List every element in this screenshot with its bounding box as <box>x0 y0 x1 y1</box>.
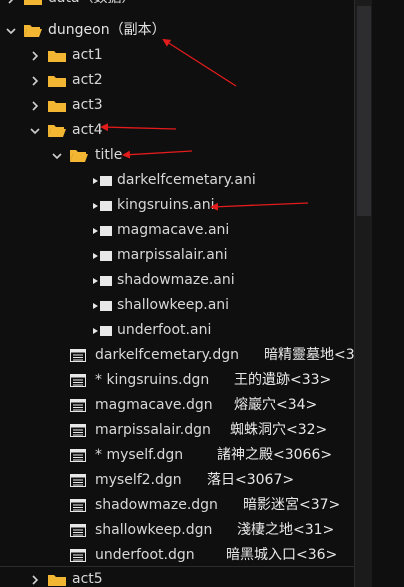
dungeon-chinese-name: 暗精靈墓地<3 <box>264 347 355 363</box>
file-name: shadowmaze.ani <box>117 272 235 288</box>
dungeon-chinese-name: 暗黑城入口<36> <box>226 547 338 563</box>
tree-row-title[interactable]: title <box>0 143 354 168</box>
dungeon-chinese-name: 暗影迷宮<37> <box>243 497 341 513</box>
file-name: underfoot.ani <box>117 322 212 338</box>
file-row-dgn[interactable]: darkelfcemetary.dgn 暗精靈墓地<3 <box>0 343 355 368</box>
folder-open-icon <box>70 149 88 162</box>
tree-row-act1[interactable]: act1 <box>0 43 354 68</box>
dungeon-chinese-name: 淺棲之地<31> <box>237 522 335 538</box>
panel-edge <box>372 0 404 587</box>
vertical-scrollbar[interactable] <box>354 0 373 587</box>
folder-open-icon <box>48 124 66 137</box>
dungeon-chinese-name: 蜘蛛洞穴<32> <box>230 422 328 438</box>
folder-icon <box>48 74 66 87</box>
file-name: marpissalair.dgn <box>95 422 211 438</box>
tree-row-act3[interactable]: act3 <box>0 93 354 118</box>
file-row-dgn[interactable]: * myself.dgn 諸神之殿<3066> <box>0 443 354 468</box>
animation-file-icon <box>93 168 115 193</box>
file-row-ani[interactable]: shadowmaze.ani <box>0 268 354 293</box>
animation-file-icon <box>93 218 115 243</box>
animation-file-icon <box>93 243 115 268</box>
tree-row-act4[interactable]: act4 <box>0 118 354 143</box>
file-row-dgn[interactable]: underfoot.dgn 暗黑城入口<36> <box>0 543 354 568</box>
folder-icon <box>24 0 42 5</box>
animation-file-icon <box>93 193 115 218</box>
dungeon-chinese-name: 諸神之殿<3066> <box>217 447 333 463</box>
dungeon-chinese-name: 王的遺跡<33> <box>234 372 332 388</box>
dungeon-chinese-name: 熔巖穴<34> <box>234 397 318 413</box>
tree-row-label: data（数据） <box>48 0 136 11</box>
file-row-ani[interactable]: marpissalair.ani <box>0 243 354 268</box>
tree-row-label: act1 <box>72 47 103 63</box>
tree-row-dungeon[interactable]: dungeon（副本） <box>0 18 354 43</box>
folder-icon <box>48 573 66 586</box>
map-file-icon <box>70 393 86 418</box>
chevron-down-icon[interactable] <box>52 143 62 168</box>
map-file-icon <box>70 418 86 443</box>
file-row-dgn[interactable]: myself2.dgn 落日<3067> <box>0 468 354 493</box>
animation-file-icon <box>93 268 115 293</box>
file-name: darkelfcemetary.ani <box>117 172 256 188</box>
file-row-dgn[interactable]: marpissalair.dgn 蜘蛛洞穴<32> <box>0 418 354 443</box>
chevron-down-icon[interactable] <box>6 18 16 43</box>
file-row-ani[interactable]: shallowkeep.ani <box>0 293 354 318</box>
file-row-dgn[interactable]: magmacave.dgn 熔巖穴<34> <box>0 393 354 418</box>
tree-row-label: dungeon（副本） <box>48 22 166 38</box>
file-tree: data（数据） dungeon（副本） act1 act2 <box>0 0 404 587</box>
file-row-ani[interactable]: underfoot.ani <box>0 318 354 343</box>
file-name: myself2.dgn <box>95 472 182 488</box>
map-file-icon <box>70 368 86 393</box>
folder-icon <box>48 99 66 112</box>
map-file-icon <box>70 543 86 568</box>
tree-row-label: act2 <box>72 72 103 88</box>
file-name: * myself.dgn <box>95 447 184 463</box>
file-name: underfoot.dgn <box>95 547 195 563</box>
tree-row-data[interactable]: data（数据） <box>0 0 354 11</box>
dungeon-chinese-name: 落日<3067> <box>207 472 295 488</box>
chevron-right-icon[interactable] <box>30 43 40 68</box>
map-file-icon <box>70 468 86 493</box>
folder-icon <box>48 49 66 62</box>
tree-row-act2[interactable]: act2 <box>0 68 354 93</box>
file-row-ani[interactable]: magmacave.ani <box>0 218 354 243</box>
animation-file-icon <box>93 318 115 343</box>
tree-row-label: title <box>95 147 123 163</box>
animation-file-icon <box>93 293 115 318</box>
file-name: kingsruins.ani <box>117 197 215 213</box>
map-file-icon <box>70 518 86 543</box>
map-file-icon <box>70 343 86 368</box>
map-file-icon <box>70 493 86 518</box>
file-name: shallowkeep.dgn <box>95 522 213 538</box>
file-name: magmacave.dgn <box>95 397 213 413</box>
tree-row-label: act4 <box>72 122 103 138</box>
file-name: shallowkeep.ani <box>117 297 230 313</box>
file-row-ani[interactable]: kingsruins.ani <box>0 193 354 218</box>
tree-row-label: act5 <box>72 571 103 587</box>
file-name: marpissalair.ani <box>117 247 228 263</box>
map-file-icon <box>70 443 86 468</box>
chevron-right-icon[interactable] <box>30 567 40 587</box>
folder-open-icon <box>24 24 42 37</box>
file-name: darkelfcemetary.dgn <box>95 347 240 363</box>
scrollbar-thumb[interactable] <box>357 6 371 216</box>
file-name: magmacave.ani <box>117 222 230 238</box>
file-row-dgn[interactable]: shallowkeep.dgn 淺棲之地<31> <box>0 518 354 543</box>
file-name: shadowmaze.dgn <box>95 497 218 513</box>
chevron-down-icon[interactable] <box>30 118 40 143</box>
file-row-dgn[interactable]: shadowmaze.dgn 暗影迷宮<37> <box>0 493 354 518</box>
tree-row-label: act3 <box>72 97 103 113</box>
file-row-ani[interactable]: darkelfcemetary.ani <box>0 168 354 193</box>
file-name: * kingsruins.dgn <box>95 372 210 388</box>
file-row-dgn[interactable]: * kingsruins.dgn 王的遺跡<33> <box>0 368 354 393</box>
chevron-right-icon[interactable] <box>6 0 16 11</box>
chevron-right-icon[interactable] <box>30 93 40 118</box>
tree-row-act5[interactable]: act5 <box>0 567 354 587</box>
chevron-right-icon[interactable] <box>30 68 40 93</box>
